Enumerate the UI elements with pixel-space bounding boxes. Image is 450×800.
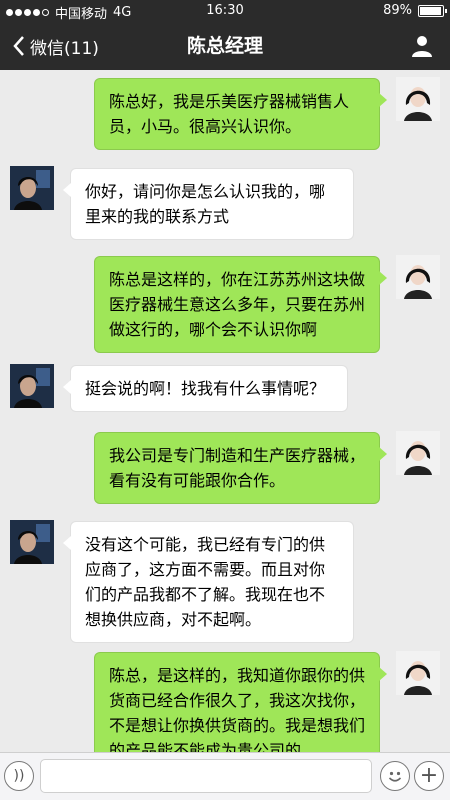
battery-percent: 89% — [383, 3, 412, 18]
contact-avatar[interactable] — [10, 166, 54, 210]
emoji-icon — [388, 771, 402, 782]
voice-button[interactable]: )) — [4, 761, 34, 791]
my-avatar[interactable] — [396, 255, 440, 299]
battery-icon — [418, 4, 447, 17]
message-bubble-me[interactable]: 陈总好，我是乐美医疗器械销售人员，小马。很高兴认识你。 — [94, 78, 387, 150]
chat-title: 陈总经理 — [186, 35, 263, 57]
my-avatar[interactable] — [396, 651, 440, 695]
message-list[interactable]: 陈总好，我是乐美医疗器械销售人员，小马。很高兴认识你。 你好，请问你是怎么认识我… — [0, 70, 450, 752]
contact-avatar[interactable] — [10, 520, 54, 564]
my-avatar[interactable] — [396, 77, 440, 121]
input-bar: )) + — [0, 752, 450, 800]
contact-avatar[interactable] — [10, 364, 54, 408]
emoji-button[interactable] — [380, 761, 410, 791]
message-bubble-contact[interactable]: 挺会说的啊！找我有什么事情呢？ — [63, 365, 348, 412]
message-bubble-contact[interactable]: 你好，请问你是怎么认识我的，哪里来的我的联系方式 — [63, 168, 354, 240]
chat-screen: 中国移动 4G 16:30 89% 微信(11) 陈总经理 陈总好，我是乐美医疗… — [0, 0, 450, 800]
message-input[interactable] — [40, 759, 372, 793]
nav-bar: 微信(11) 陈总经理 — [0, 22, 450, 70]
person-icon — [412, 36, 432, 57]
status-bar: 中国移动 4G 16:30 89% — [0, 0, 450, 22]
message-bubble-contact[interactable]: 没有这个可能，我已经有专门的供应商了，这方面不需要。而且对你们的产品我都不了解。… — [63, 521, 354, 643]
message-bubble-me[interactable]: 陈总，是这样的，我知道你跟你的供货商已经合作很久了，我这次找你，不是想让你换供货… — [94, 652, 387, 752]
more-button[interactable]: + — [414, 761, 444, 791]
message-bubble-me[interactable]: 我公司是专门制造和生产医疗器械，看有没有可能跟你合作。 — [94, 432, 387, 504]
message-bubble-me[interactable]: 陈总是这样的，你在江苏苏州这块做医疗器械生意这么多年，只要在苏州做这行的，哪个会… — [94, 256, 387, 353]
plus-icon: + — [419, 763, 439, 788]
profile-button[interactable] — [410, 34, 434, 58]
voice-icon: )) — [13, 768, 25, 784]
my-avatar[interactable] — [396, 431, 440, 475]
